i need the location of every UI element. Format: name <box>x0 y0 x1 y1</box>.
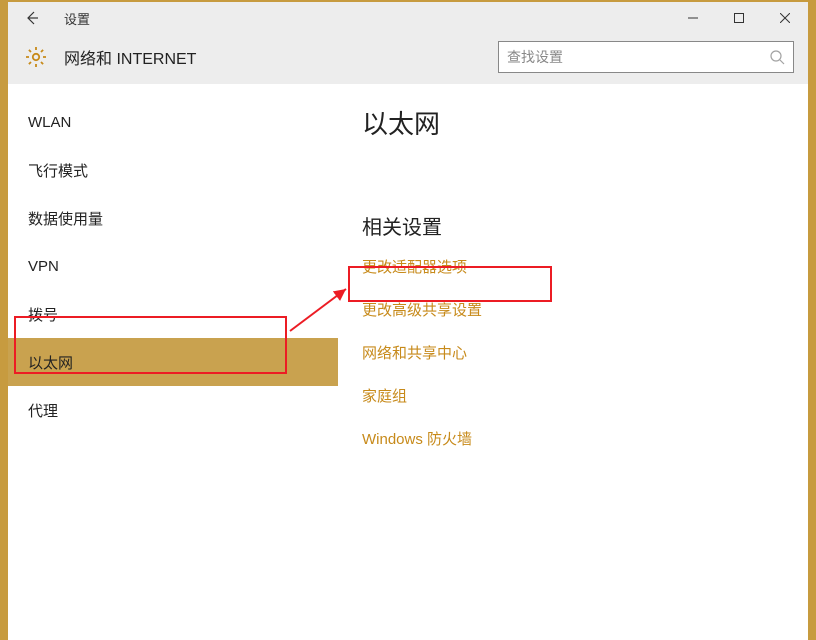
body: WLAN 飞行模式 数据使用量 VPN 拨号 以太网 代理 以太网 相关设置 更… <box>8 84 808 640</box>
link-homegroup[interactable]: 家庭组 <box>362 385 784 406</box>
sidebar-item-proxy[interactable]: 代理 <box>8 386 338 434</box>
sidebar-item-label: 以太网 <box>28 352 73 373</box>
search-box[interactable] <box>498 41 794 73</box>
gear-icon <box>24 45 48 69</box>
link-advanced-sharing[interactable]: 更改高级共享设置 <box>362 299 784 320</box>
link-windows-firewall[interactable]: Windows 防火墙 <box>362 428 784 449</box>
title-bar: 设置 <box>8 2 808 34</box>
link-change-adapter-options[interactable]: 更改适配器选项 <box>362 256 784 277</box>
close-button[interactable] <box>762 2 808 34</box>
minimize-button[interactable] <box>670 2 716 34</box>
settings-gear <box>22 43 50 71</box>
header-row: 网络和 INTERNET <box>8 34 808 84</box>
window-title: 设置 <box>64 9 90 28</box>
maximize-icon <box>734 13 744 23</box>
sidebar-item-vpn[interactable]: VPN <box>8 242 338 290</box>
back-button[interactable] <box>8 2 56 34</box>
sidebar-item-wlan[interactable]: WLAN <box>8 98 338 146</box>
sidebar-item-label: WLAN <box>28 114 71 131</box>
related-heading: 相关设置 <box>362 211 784 240</box>
page-heading: 以太网 <box>362 104 784 141</box>
sidebar-item-label: VPN <box>28 258 59 275</box>
close-icon <box>780 13 790 23</box>
window-controls <box>670 2 808 34</box>
sidebar-item-label: 代理 <box>28 400 58 421</box>
search-icon <box>769 49 785 65</box>
sidebar-item-ethernet[interactable]: 以太网 <box>8 338 338 386</box>
sidebar-item-airplane-mode[interactable]: 飞行模式 <box>8 146 338 194</box>
sidebar: WLAN 飞行模式 数据使用量 VPN 拨号 以太网 代理 <box>8 84 338 640</box>
link-network-sharing-center[interactable]: 网络和共享中心 <box>362 342 784 363</box>
header-label: 网络和 INTERNET <box>64 45 196 69</box>
settings-window: 设置 网络和 INTERNET <box>8 2 808 640</box>
sidebar-item-label: 拨号 <box>28 304 58 325</box>
sidebar-item-label: 飞行模式 <box>28 160 88 181</box>
content-area: 以太网 相关设置 更改适配器选项 更改高级共享设置 网络和共享中心 家庭组 Wi… <box>338 84 808 640</box>
maximize-button[interactable] <box>716 2 762 34</box>
search-input[interactable] <box>507 49 769 65</box>
minimize-icon <box>688 13 698 23</box>
arrow-left-icon <box>24 10 40 26</box>
app-frame: 设置 网络和 INTERNET <box>0 0 816 640</box>
sidebar-item-dialup[interactable]: 拨号 <box>8 290 338 338</box>
sidebar-item-label: 数据使用量 <box>28 208 103 229</box>
sidebar-item-data-usage[interactable]: 数据使用量 <box>8 194 338 242</box>
